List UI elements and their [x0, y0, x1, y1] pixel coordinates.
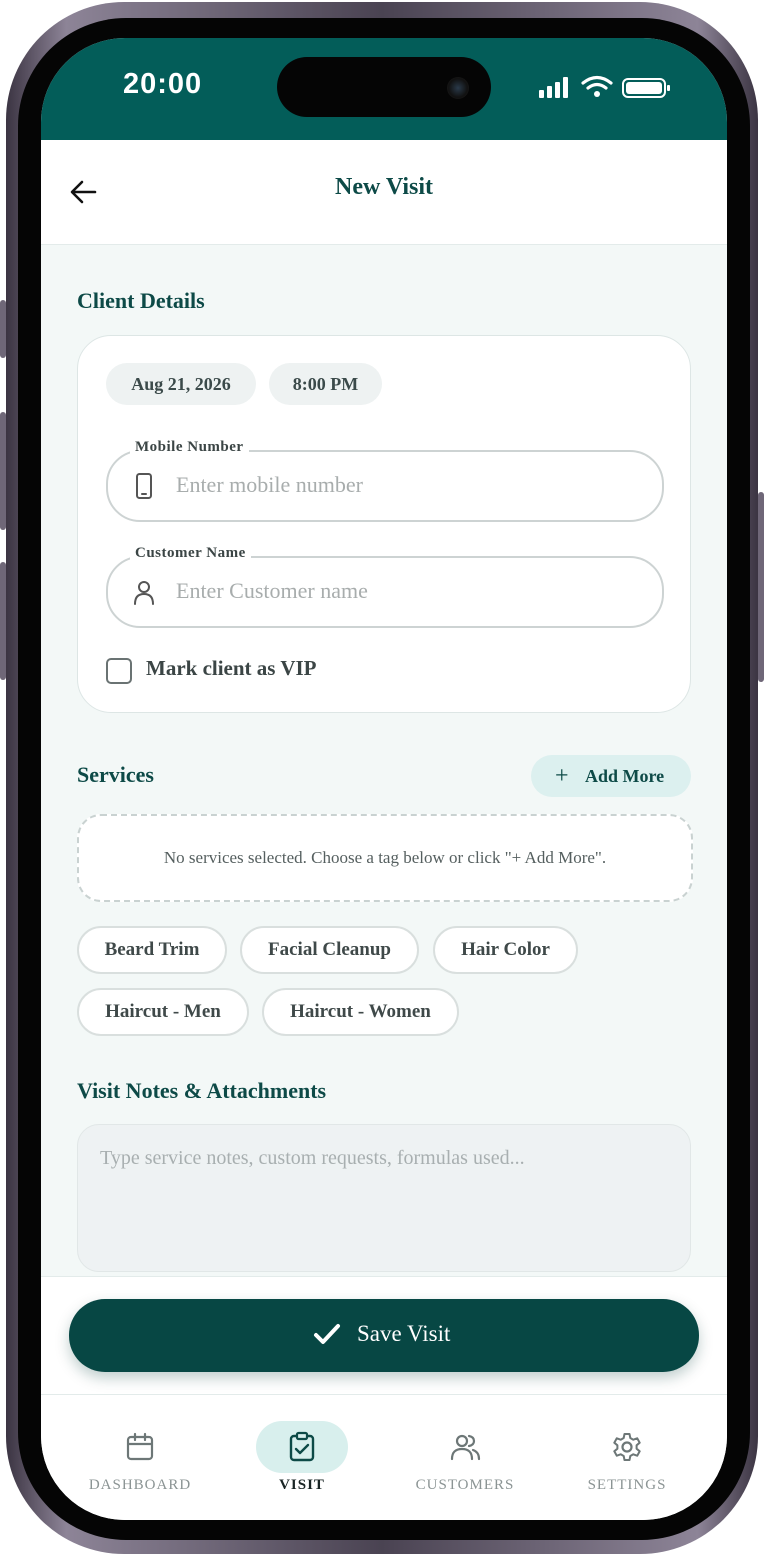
- mobile-number-label: Mobile Number: [130, 439, 249, 456]
- tab-visit-label: VISIT: [279, 1477, 325, 1493]
- save-visit-button[interactable]: Save Visit: [69, 1299, 699, 1372]
- tab-customers[interactable]: CUSTOMERS: [390, 1395, 540, 1520]
- tab-settings-icon-wrap: [581, 1421, 673, 1473]
- tab-settings-label: SETTINGS: [587, 1477, 667, 1493]
- status-time: 20:00: [123, 68, 203, 100]
- tab-customers-label: CUSTOMERS: [415, 1477, 515, 1493]
- phone-power-button: [758, 492, 764, 682]
- add-more-label: Add More: [585, 766, 665, 786]
- tab-customers-icon-wrap: [419, 1421, 511, 1473]
- customer-name-label: Customer Name: [130, 545, 251, 562]
- service-tag-facial-cleanup[interactable]: Facial Cleanup: [240, 926, 419, 974]
- services-title: Services: [77, 762, 154, 787]
- customer-name-field: Customer Name: [106, 545, 664, 628]
- battery-icon: [622, 78, 670, 98]
- phone-volume-up-button: [0, 412, 6, 530]
- person-icon: [134, 581, 154, 605]
- date-picker-chip[interactable]: Aug 21, 2026: [106, 363, 256, 405]
- service-tag-hair-color[interactable]: Hair Color: [433, 926, 578, 974]
- save-visit-label: Save Visit: [357, 1321, 451, 1346]
- mobile-number-input[interactable]: [174, 462, 638, 508]
- page-title: New Visit: [335, 174, 433, 200]
- add-more-button[interactable]: + Add More: [531, 755, 691, 797]
- users-icon: [450, 1434, 481, 1461]
- tab-visit-icon-wrap: [256, 1421, 348, 1473]
- gear-icon: [613, 1433, 641, 1461]
- tab-visit[interactable]: VISIT: [227, 1395, 377, 1520]
- visit-notes-box: [77, 1124, 691, 1272]
- plus-icon: +: [555, 763, 569, 789]
- checkmark-icon: [314, 1324, 340, 1344]
- tab-dashboard-label: DASHBOARD: [88, 1477, 192, 1493]
- signal-icon: [539, 77, 568, 98]
- client-details-title: Client Details: [77, 288, 205, 313]
- service-tag-haircut-women[interactable]: Haircut - Women: [262, 988, 459, 1036]
- visit-notes-input[interactable]: [98, 1145, 672, 1259]
- vip-checkbox[interactable]: [106, 658, 132, 684]
- wifi-icon: [581, 75, 613, 90]
- calendar-icon: [126, 1432, 154, 1461]
- status-icons: [539, 75, 670, 98]
- client-details-card: Aug 21, 2026 8:00 PM Mobile Number Custo…: [77, 335, 691, 713]
- phone-icon: [136, 473, 152, 499]
- camera-icon: [447, 77, 469, 99]
- service-tag-beard-trim[interactable]: Beard Trim: [77, 926, 227, 974]
- phone-action-button: [0, 300, 6, 358]
- app-screen: 20:00 New Visit Client Details Aug 21, 2…: [41, 38, 727, 1520]
- service-tag-haircut-men[interactable]: Haircut - Men: [77, 988, 249, 1036]
- clipboard-check-icon: [289, 1431, 315, 1462]
- tab-dashboard-icon-wrap: [94, 1421, 186, 1473]
- phone-volume-down-button: [0, 562, 6, 680]
- vip-label[interactable]: Mark client as VIP: [146, 656, 317, 681]
- visit-notes-title: Visit Notes & Attachments: [77, 1078, 327, 1103]
- customer-name-input[interactable]: [174, 568, 638, 614]
- tab-settings[interactable]: SETTINGS: [552, 1395, 702, 1520]
- tab-dashboard[interactable]: DASHBOARD: [65, 1395, 215, 1520]
- app-bar: New Visit: [41, 140, 727, 245]
- services-empty-state: No services selected. Choose a tag below…: [77, 814, 693, 902]
- mobile-number-field: Mobile Number: [106, 439, 664, 522]
- time-picker-chip[interactable]: 8:00 PM: [269, 363, 382, 405]
- status-bar: 20:00: [41, 38, 727, 140]
- bottom-tab-bar: DASHBOARD VISIT CUSTOMERS SETTINGS: [41, 1394, 727, 1520]
